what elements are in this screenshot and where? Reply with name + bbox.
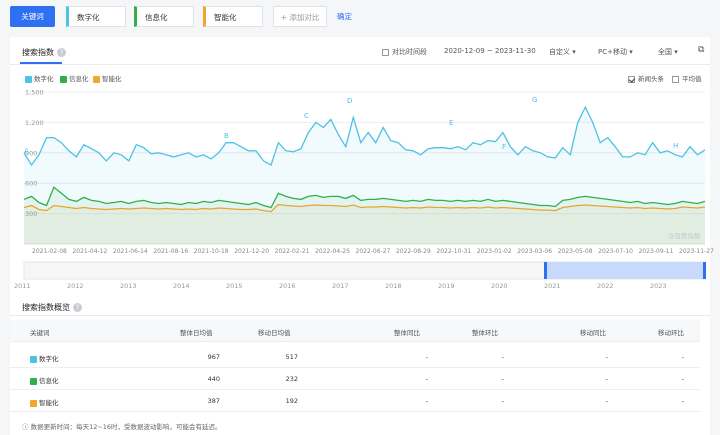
search-index-chart[interactable]: 1,5001,2009006003002021-02-08 2021-04-12 2… [0,0,720,300]
event-marker-label: H [673,142,678,150]
overview-handle-left [544,262,547,279]
x-tick-label: 2023-11-27 [679,248,714,255]
mom-cell: - [501,397,504,405]
x-tick-label: 2021-02-08 [32,248,67,255]
myoy-cell: - [605,375,608,383]
col-mobile-yoy: 移动同比 [580,329,606,337]
keyword-cell: 智能化 [30,397,59,407]
col-overall-yoy: 整体同比 [394,329,420,337]
mom-cell: - [501,375,504,383]
mmom-cell: - [681,397,684,405]
table-row: 数字化 967 517 - - - - [10,346,700,368]
keyword-name: 信息化 [39,377,59,385]
overall-cell: 967 [207,353,220,361]
x-tick-label: 2022-02-21 [275,248,310,255]
overall-cell: 440 [207,375,220,383]
mmom-cell: - [681,353,684,361]
mobile-cell: 232 [285,375,298,383]
x-tick-label: 2021-04-12 [72,248,107,255]
yoy-cell: - [425,353,428,361]
overview-year-label: 2017 [332,282,349,290]
keyword-color-swatch [30,399,37,407]
col-mobile-mom: 移动环比 [658,329,684,337]
overview-year-label: 2011 [14,282,31,290]
help-icon[interactable]: ? [73,303,82,312]
watermark: @百度指数 [668,231,701,240]
overview-year-label: 2013 [120,282,137,290]
x-tick-label: 2021-12-20 [234,248,269,255]
overview-year-label: 2016 [279,282,296,290]
x-tick-label: 2021-06-14 [113,248,148,255]
x-tick-label: 2023-07-10 [598,248,633,255]
x-tick-label: 2022-04-25 [315,248,350,255]
overview-year-label: 2023 [650,282,667,290]
overview-selection [546,262,705,279]
overall-cell: 387 [207,397,220,405]
event-marker-label: E [449,119,453,127]
yoy-cell: - [425,375,428,383]
myoy-cell: - [605,397,608,405]
x-tick-label: 2021-10-18 [194,248,229,255]
mobile-cell: 517 [285,353,298,361]
mmom-cell: - [681,375,684,383]
table-row: 智能化 387 192 - - - - [10,390,700,412]
overview-year-label: 2019 [438,282,455,290]
col-overall-mom: 整体环比 [472,329,498,337]
overview-year-label: 2012 [67,282,84,290]
overview-year-label: 2022 [597,282,614,290]
event-marker-label: B [224,132,229,140]
table-header-row: 关键词 整体日均值 移动日均值 整体同比 整体环比 移动同比 移动环比 [10,320,700,342]
col-mobile-avg: 移动日均值 [258,329,291,337]
keyword-name: 数字化 [39,355,59,363]
x-tick-label: 2023-09-11 [639,248,674,255]
yoy-cell: - [425,397,428,405]
x-tick-label: 2022-08-29 [396,248,431,255]
overview-title: 搜索指数概览? [22,302,82,313]
y-tick-label: 1,500 [25,89,44,97]
x-tick-label: 2023-05-08 [558,248,593,255]
y-tick-label: 1,200 [25,119,44,127]
overview-year-label: 2020 [491,282,508,290]
overview-title-text: 搜索指数概览 [22,303,70,312]
x-tick-label: 2022-10-31 [436,248,471,255]
x-tick-label: 2022-06-27 [356,248,391,255]
x-tick-label: 2023-01-02 [477,248,512,255]
col-overall-avg: 整体日均值 [180,329,213,337]
event-marker-label: F [502,143,506,151]
overview-year-label: 2015 [226,282,243,290]
keyword-cell: 信息化 [30,375,59,385]
keyword-name: 智能化 [39,399,59,407]
overview-handle-right [703,262,706,279]
mom-cell: - [501,353,504,361]
col-keyword: 关键词 [30,329,50,337]
keyword-color-swatch [30,355,37,363]
event-marker-label: C [304,112,309,120]
mobile-cell: 192 [285,397,298,405]
table-row: 信息化 440 232 - - - - [10,368,700,390]
x-tick-label: 2021-08-16 [153,248,188,255]
event-marker-label: A [24,147,29,155]
divider [10,315,710,316]
event-marker-label: D [347,97,352,105]
x-tick-label: 2023-03-06 [517,248,552,255]
keyword-cell: 数字化 [30,353,59,363]
overview-year-label: 2021 [544,282,561,290]
overview-year-label: 2018 [385,282,402,290]
update-footnote: ⓘ 数据更新时间：每天12~16时，受数据波动影响，可能会有延迟。 [22,423,222,431]
overview-year-label: 2014 [173,282,190,290]
event-marker-label: G [532,96,537,104]
myoy-cell: - [605,353,608,361]
keyword-color-swatch [30,377,37,385]
